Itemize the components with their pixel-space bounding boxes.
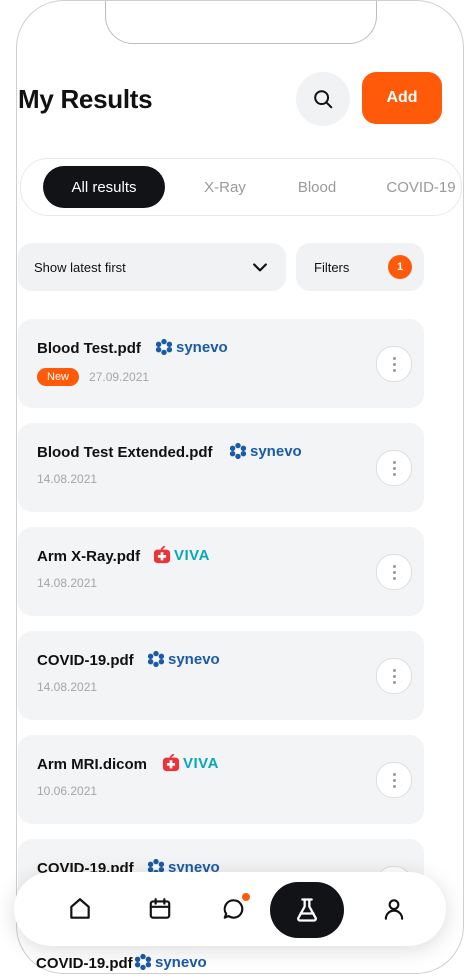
result-date: 14.08.2021	[37, 680, 98, 694]
result-date: 27.09.2021	[89, 370, 150, 384]
provider-name: VIVA	[183, 754, 219, 772]
page-title: My Results	[18, 84, 153, 114]
provider-logo: synevo	[147, 650, 220, 668]
tab-blood[interactable]: Blood	[277, 166, 357, 208]
more-options-button[interactable]	[376, 346, 412, 382]
result-date: 10.06.2021	[37, 784, 98, 798]
header: My Results Add	[18, 70, 448, 128]
provider-logo: synevo	[134, 953, 207, 971]
search-button[interactable]	[296, 72, 350, 126]
provider-name: synevo	[250, 442, 302, 460]
category-tabs: All results X-Ray Blood COVID-19	[20, 158, 462, 216]
synevo-flower-icon	[147, 650, 165, 668]
file-name: Blood Test Extended.pdf	[37, 444, 213, 461]
result-date: 14.08.2021	[37, 472, 98, 486]
provider-name: synevo	[176, 338, 228, 356]
chevron-down-icon	[253, 263, 267, 272]
result-card[interactable]: COVID-19.pdf synevo 14.08.2021	[18, 631, 424, 720]
result-card[interactable]: Arm MRI.dicom VIVA 10.06.2021	[18, 735, 424, 824]
result-card[interactable]: Arm X-Ray.pdf VIVA 14.08.2021	[18, 527, 424, 616]
card-meta: New 27.09.2021	[37, 368, 149, 386]
calendar-icon	[149, 898, 171, 919]
tab-covid-19[interactable]: COVID-19	[373, 166, 461, 208]
provider-name: VIVA	[174, 546, 210, 564]
file-name: COVID-19.pdf	[37, 652, 134, 669]
synevo-flower-icon	[134, 953, 152, 971]
card-meta: 10.06.2021	[37, 784, 97, 798]
card-meta: 14.08.2021	[37, 472, 97, 486]
synevo-flower-icon	[229, 442, 247, 460]
tab-all-results[interactable]: All results	[43, 166, 165, 208]
nav-messages[interactable]	[210, 885, 258, 933]
sort-dropdown[interactable]: Show latest first	[18, 243, 286, 291]
more-vertical-icon	[392, 355, 396, 373]
card-meta: 14.08.2021	[37, 680, 97, 694]
add-button[interactable]: Add	[362, 72, 442, 124]
nav-calendar[interactable]	[136, 885, 184, 933]
nav-home[interactable]	[56, 885, 104, 933]
filters-button[interactable]: Filters 1	[296, 243, 424, 291]
file-name: Blood Test.pdf	[37, 340, 141, 357]
more-options-button[interactable]	[376, 554, 412, 590]
provider-name: synevo	[155, 953, 207, 971]
provider-logo: VIVA	[162, 754, 219, 772]
more-options-button[interactable]	[376, 450, 412, 486]
synevo-flower-icon	[155, 338, 173, 356]
more-options-button[interactable]	[376, 762, 412, 798]
home-icon	[70, 898, 90, 919]
more-vertical-icon	[392, 459, 396, 477]
result-card[interactable]: Blood Test.pdf synevo New 27.09.2021	[18, 319, 424, 408]
list-item-partial: COVID-19.pdf synevo	[36, 954, 207, 973]
profile-icon	[384, 899, 404, 920]
filters-count-badge: 1	[388, 255, 412, 279]
new-badge: New	[37, 368, 80, 386]
nav-results[interactable]	[270, 882, 344, 938]
provider-logo: synevo	[229, 442, 302, 460]
bottom-nav	[14, 872, 446, 946]
viva-cross-icon	[162, 754, 180, 772]
sort-label: Show latest first	[34, 259, 126, 275]
search-icon	[314, 90, 333, 109]
filters-label: Filters	[314, 259, 350, 275]
file-name: COVID-19.pdf	[36, 955, 133, 972]
more-vertical-icon	[392, 771, 396, 789]
device-notch	[105, 1, 377, 44]
more-vertical-icon	[392, 563, 396, 581]
lab-flask-icon	[297, 898, 317, 922]
notification-dot	[242, 893, 250, 901]
result-card[interactable]: Blood Test Extended.pdf synevo 14.08.202…	[18, 423, 424, 512]
provider-name: synevo	[168, 650, 220, 668]
more-vertical-icon	[392, 667, 396, 685]
viva-cross-icon	[153, 546, 171, 564]
nav-profile[interactable]	[370, 885, 418, 933]
file-name: Arm X-Ray.pdf	[37, 548, 141, 565]
provider-logo: VIVA	[153, 546, 210, 564]
more-options-button[interactable]	[376, 658, 412, 694]
card-meta: 14.08.2021	[37, 576, 97, 590]
result-date: 14.08.2021	[37, 576, 98, 590]
provider-logo: synevo	[155, 338, 228, 356]
results-list: Blood Test.pdf synevo New 27.09.2021 Blo…	[18, 319, 424, 943]
tab-x-ray[interactable]: X-Ray	[185, 166, 265, 208]
file-name: Arm MRI.dicom	[37, 756, 148, 773]
